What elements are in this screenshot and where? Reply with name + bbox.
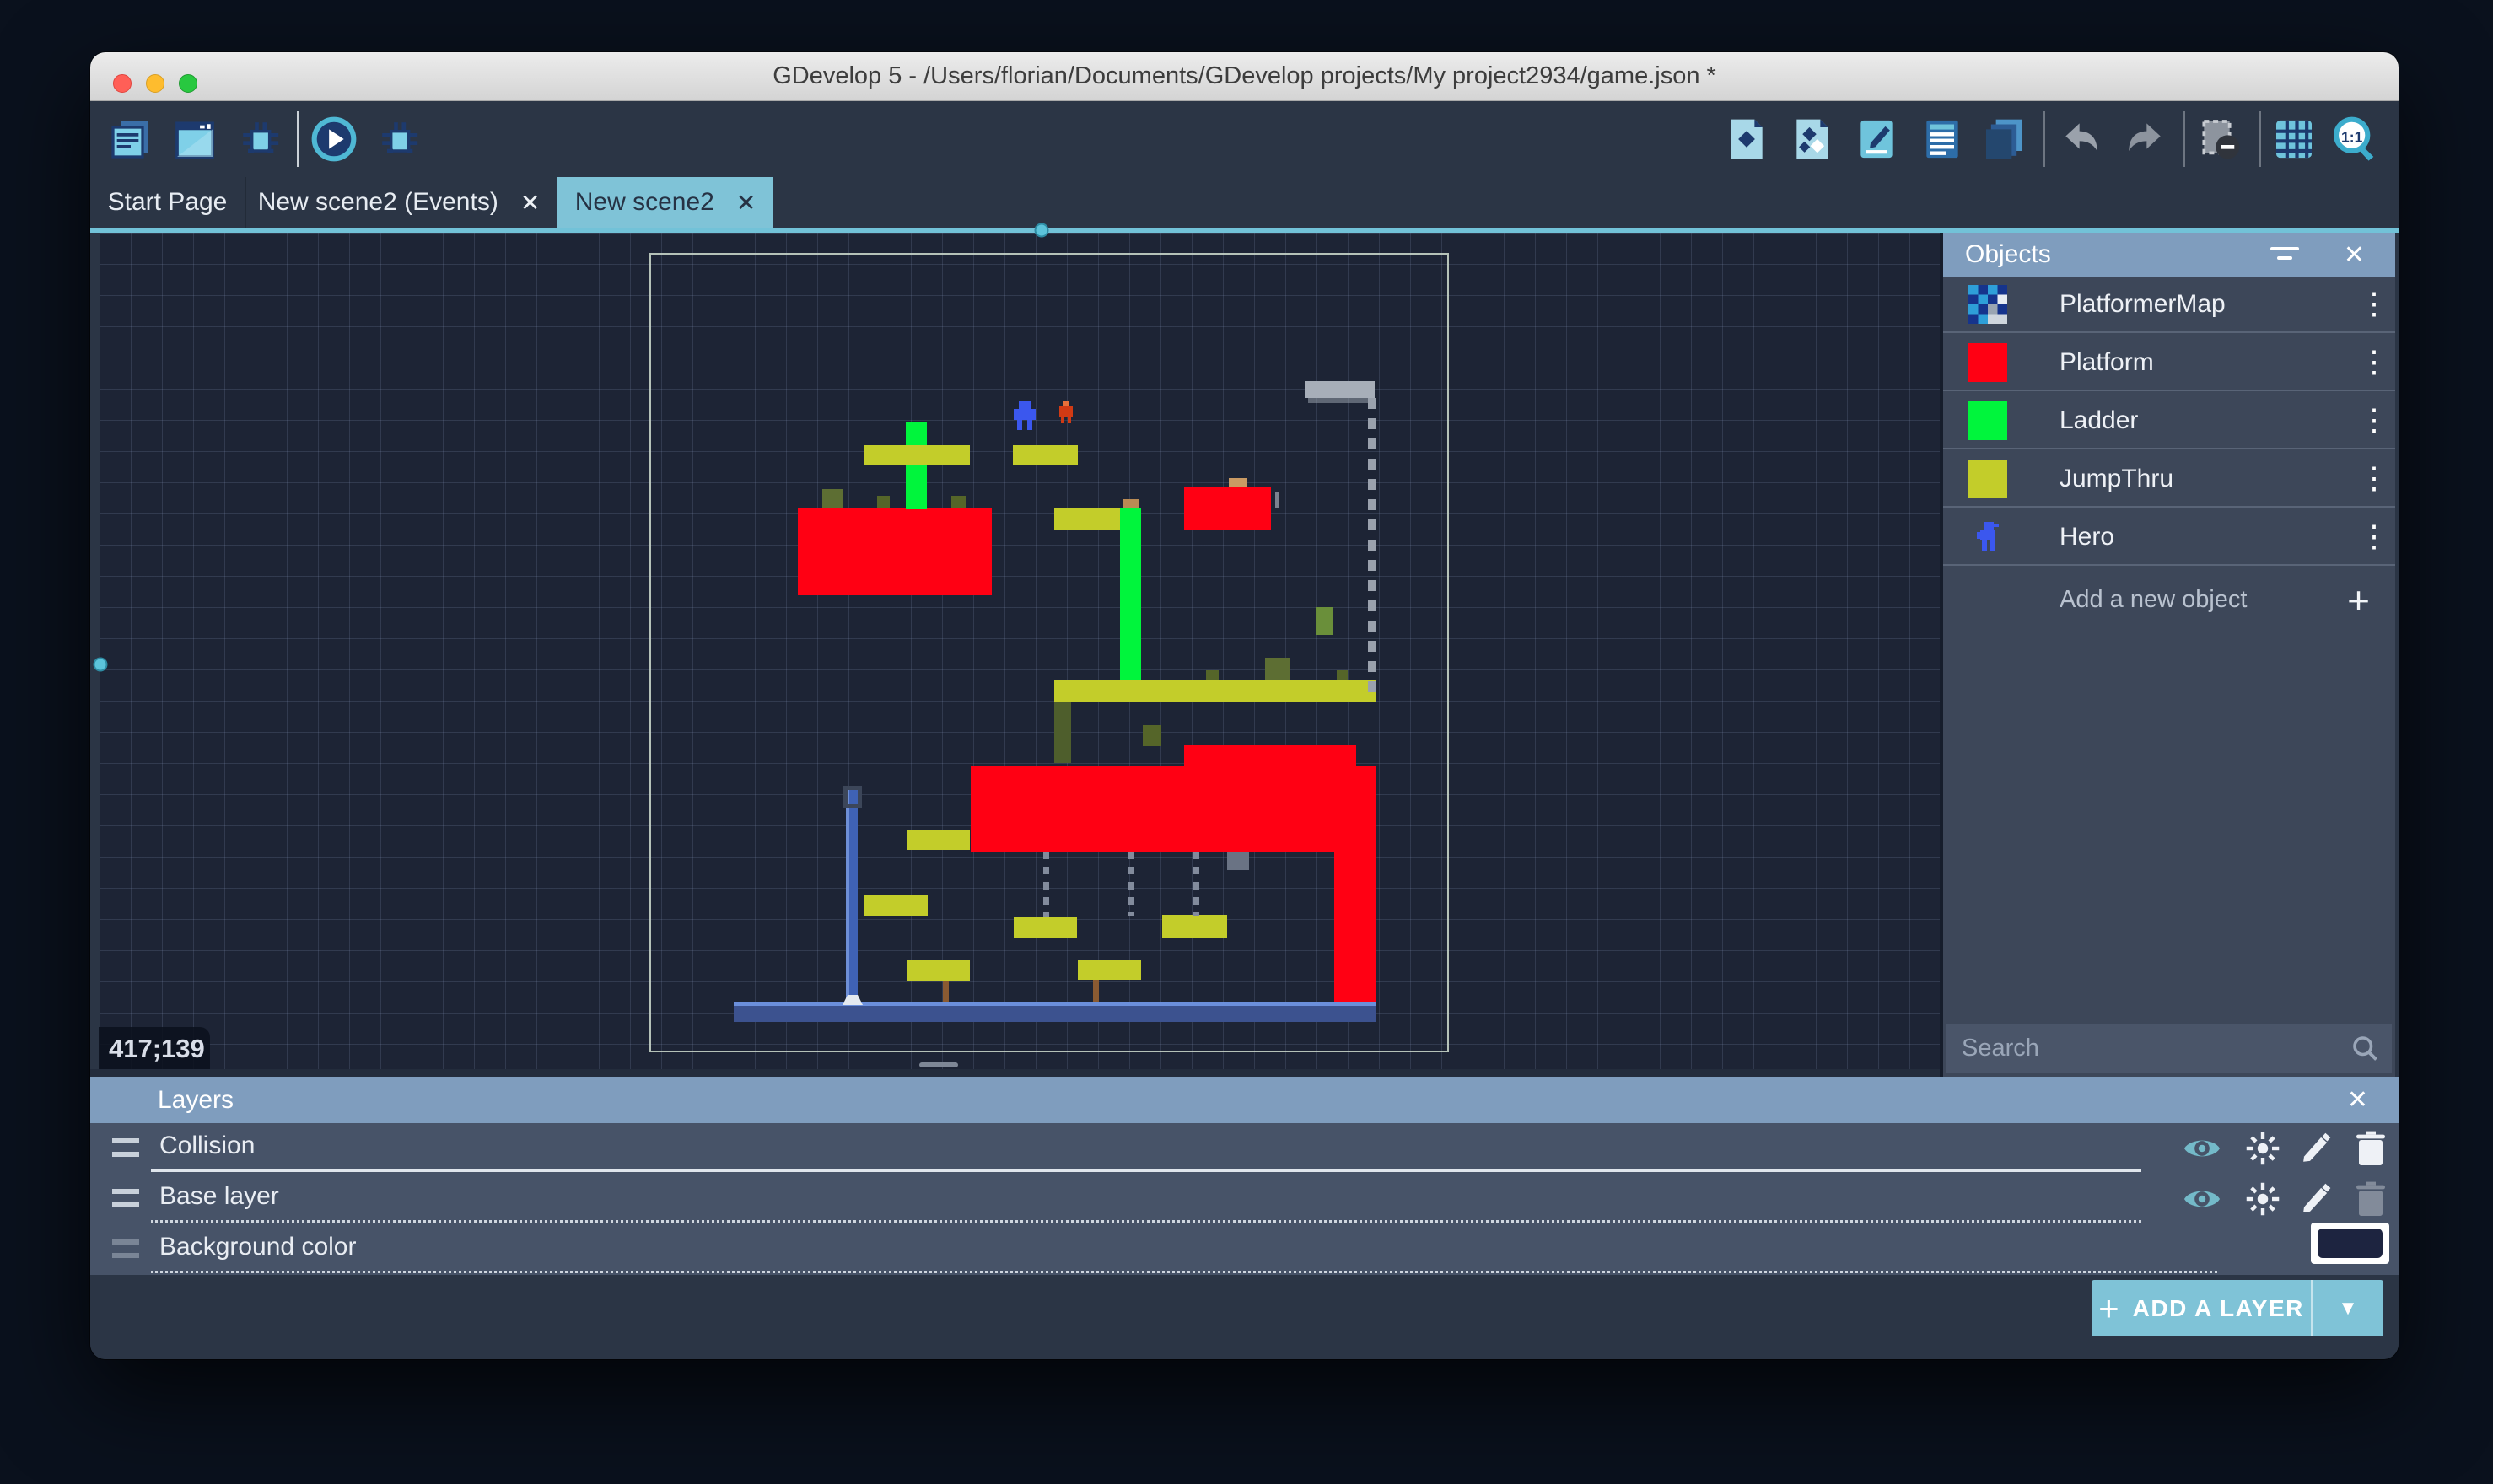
object-menu-icon[interactable]: ⋮ — [2353, 294, 2395, 313]
layer-row-collision[interactable]: Collision — [90, 1123, 2399, 1174]
redo-icon[interactable] — [2121, 116, 2168, 163]
edit-layer-pencil-icon[interactable] — [2296, 1180, 2335, 1218]
properties-icon[interactable] — [1853, 116, 1900, 163]
visibility-eye-icon[interactable] — [2183, 1180, 2221, 1218]
edit-layer-pencil-icon[interactable] — [2296, 1129, 2335, 1168]
jumpthru-thumbnail — [1968, 460, 2007, 498]
play-icon[interactable] — [310, 116, 358, 163]
layer-row-background-color[interactable]: Background color — [90, 1224, 2399, 1275]
drag-handle-icon — [112, 1239, 139, 1258]
close-tab-icon[interactable]: ✕ — [736, 189, 756, 217]
tab-new-scene2-events[interactable]: New scene2 (Events) ✕ — [245, 177, 552, 228]
toolbar-separator — [297, 111, 299, 167]
object-row-jumpthru[interactable]: JumpThru ⋮ — [1943, 451, 2395, 508]
toolbar-separator — [2183, 111, 2185, 167]
scene-editor-canvas[interactable]: 417;139 — [100, 233, 1940, 1069]
scene-window-border — [649, 253, 1449, 1052]
layer-name-underline — [151, 1271, 2217, 1273]
canvas-horizontal-scrollbar[interactable] — [919, 1062, 958, 1067]
object-row-hero[interactable]: Hero ⋮ — [1943, 509, 2395, 566]
debugger-icon[interactable] — [375, 116, 423, 163]
drag-handle-icon[interactable] — [112, 1138, 139, 1157]
debug-icon[interactable] — [236, 116, 283, 163]
cursor-coordinates: 417;139 — [99, 1027, 210, 1071]
minimize-window-button[interactable] — [146, 74, 164, 93]
titlebar: GDevelop 5 - /Users/florian/Documents/GD… — [90, 52, 2399, 101]
platform-thumbnail — [1968, 343, 2007, 382]
layers-panel-title: Layers — [158, 1086, 234, 1115]
object-menu-icon[interactable]: ⋮ — [2353, 411, 2395, 429]
objects-panel: Objects ✕ PlatformerMap ⋮ Platform ⋮ Lad… — [1943, 233, 2395, 1077]
objects-panel-title: Objects — [1965, 240, 2051, 269]
add-layer-button[interactable]: + ADD A LAYER ▼ — [2092, 1280, 2383, 1336]
layer-name-underline — [151, 1169, 2141, 1172]
toolbar: 1:1 — [90, 101, 2399, 177]
object-menu-icon[interactable]: ⋮ — [2353, 352, 2395, 371]
undo-icon[interactable] — [2058, 116, 2105, 163]
visibility-eye-icon[interactable] — [2183, 1129, 2221, 1168]
layer-row-base-layer[interactable]: Base layer — [90, 1174, 2399, 1224]
object-groups-icon[interactable] — [1789, 116, 1836, 163]
close-window-button[interactable] — [113, 74, 132, 93]
background-color-swatch[interactable] — [2311, 1223, 2389, 1264]
tab-new-scene2[interactable]: New scene2 ✕ — [557, 177, 773, 228]
instances-list-icon[interactable] — [1919, 116, 1966, 163]
layers-panel-header: Layers ✕ — [90, 1077, 2399, 1123]
object-menu-icon[interactable]: ⋮ — [2353, 527, 2395, 546]
delete-layer-trash-icon[interactable] — [2351, 1129, 2390, 1168]
plus-icon: + — [2347, 578, 2370, 623]
selection-handle[interactable] — [1035, 223, 1049, 238]
layers-panel: Layers ✕ Collision — [90, 1077, 2399, 1359]
add-layer-dropdown-icon[interactable]: ▼ — [2313, 1280, 2383, 1336]
zoom-window-button[interactable] — [179, 74, 197, 93]
objects-editor-icon[interactable] — [1723, 116, 1770, 163]
layer-effects-icon[interactable] — [2243, 1180, 2282, 1218]
tab-start-page[interactable]: Start Page — [90, 177, 245, 228]
app-window: GDevelop 5 - /Users/florian/Documents/GD… — [90, 52, 2399, 1359]
add-new-object-button[interactable]: Add a new object + — [1943, 572, 2395, 628]
tab-bar: Start Page New scene2 (Events) ✕ New sce… — [90, 177, 2399, 228]
ladder-thumbnail — [1968, 401, 2007, 440]
toolbar-separator — [2259, 111, 2261, 167]
layer-name-underline — [151, 1220, 2141, 1223]
toggle-grid-icon[interactable] — [2270, 116, 2318, 163]
objects-panel-header: Objects ✕ — [1943, 233, 2395, 277]
layer-effects-icon[interactable] — [2243, 1129, 2282, 1168]
plus-icon: + — [2098, 1288, 2119, 1329]
delete-layer-trash-icon-disabled — [2351, 1180, 2390, 1218]
filter-icon[interactable] — [2269, 244, 2301, 266]
close-tab-icon[interactable]: ✕ — [520, 189, 540, 217]
drag-handle-icon[interactable] — [112, 1189, 139, 1207]
toolbar-separator — [2043, 111, 2045, 167]
search-icon — [2350, 1033, 2380, 1063]
window-title: GDevelop 5 - /Users/florian/Documents/GD… — [773, 62, 1716, 90]
canvas-bottom-edge — [90, 1069, 1940, 1077]
search-input[interactable] — [1946, 1024, 2392, 1073]
object-search — [1946, 1024, 2392, 1073]
project-manager-icon[interactable] — [107, 116, 154, 163]
close-icon[interactable]: ✕ — [2347, 1085, 2368, 1115]
start-page-icon[interactable] — [171, 116, 218, 163]
object-menu-icon[interactable]: ⋮ — [2353, 469, 2395, 487]
zoom-original-icon[interactable]: 1:1 — [2330, 116, 2377, 163]
object-row-ladder[interactable]: Ladder ⋮ — [1943, 393, 2395, 449]
selection-handle[interactable] — [94, 658, 108, 672]
tilemap-thumbnail-icon — [1968, 285, 2007, 324]
hero-thumbnail-icon — [1968, 518, 2007, 556]
close-icon[interactable]: ✕ — [2344, 240, 2365, 270]
object-row-platform[interactable]: Platform ⋮ — [1943, 335, 2395, 391]
layers-list-icon[interactable] — [1980, 116, 2027, 163]
delete-selection-icon[interactable] — [2196, 116, 2243, 163]
object-row-platformermap[interactable]: PlatformerMap ⋮ — [1943, 277, 2395, 333]
svg-text:1:1: 1:1 — [2341, 128, 2363, 145]
